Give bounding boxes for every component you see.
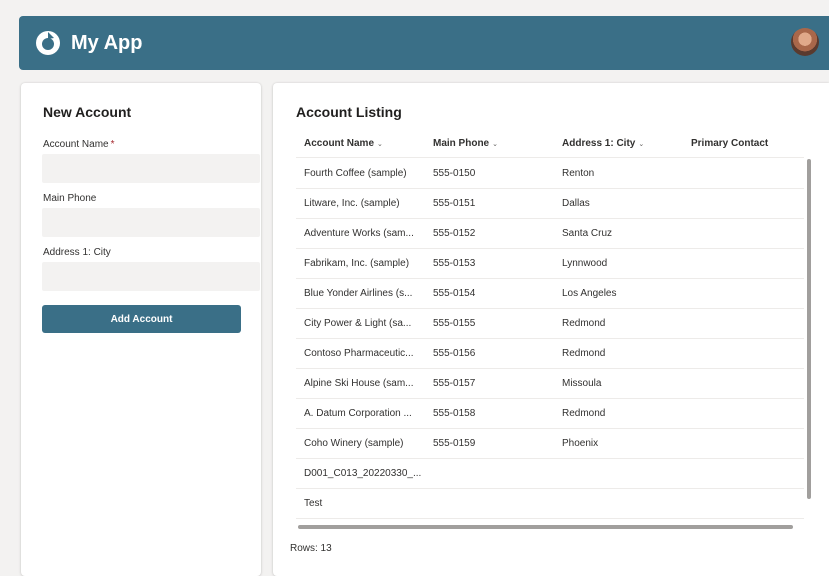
add-account-button[interactable]: Add Account (42, 305, 241, 333)
cell-account-name: Alpine Ski House (sam... (304, 378, 414, 389)
table-row[interactable]: A. Datum Corporation ... 555-0158 Redmond (296, 399, 804, 429)
chevron-down-icon: ⌄ (492, 140, 498, 148)
column-header-city[interactable]: Address 1: City ⌄ (554, 129, 683, 158)
account-grid: Account Name ⌄ Main Phone ⌄ Address 1: Cit… (296, 129, 804, 525)
column-header-main-phone[interactable]: Main Phone ⌄ (425, 129, 554, 158)
cell-main-phone: 555-0155 (433, 318, 476, 329)
city-label: Address 1: City (43, 247, 111, 258)
cell-main-phone: 555-0159 (433, 438, 476, 449)
cell-account-name: Litware, Inc. (sample) (304, 198, 400, 209)
cell-city: Phoenix (562, 438, 599, 449)
cell-city: Redmond (562, 318, 606, 329)
cell-city: Dallas (562, 198, 590, 209)
cell-main-phone: 555-0154 (433, 288, 476, 299)
vertical-scrollbar[interactable] (807, 159, 811, 499)
cell-main-phone: 555-0150 (433, 168, 476, 179)
table-row[interactable]: Litware, Inc. (sample) 555-0151 Dallas (296, 189, 804, 219)
cell-main-phone: 555-0157 (433, 378, 476, 389)
account-listing-panel: Account Listing Account Name ⌄ Main Phone… (273, 83, 829, 576)
new-account-panel: New Account Account Name * Main Phone Add… (21, 83, 261, 576)
grid-rows: Fourth Coffee (sample) 555-0150 Renton Lit… (296, 159, 804, 519)
cell-main-phone: 555-0151 (433, 198, 476, 209)
table-row[interactable]: Blue Yonder Airlines (s... 555-0154 Los An… (296, 279, 804, 309)
grid-header: Account Name ⌄ Main Phone ⌄ Address 1: Cit… (296, 129, 804, 158)
required-mark: * (110, 139, 115, 150)
cell-account-name: Coho Winery (sample) (304, 438, 404, 449)
cell-city: Los Angeles (562, 288, 617, 299)
rows-count: Rows: 13 (290, 543, 332, 554)
cell-city: Santa Cruz (562, 228, 613, 239)
app-logo-icon (35, 30, 61, 56)
cell-city: Redmond (562, 348, 606, 359)
horizontal-scrollbar[interactable] (298, 525, 793, 529)
cell-main-phone: 555-0158 (433, 408, 476, 419)
city-input[interactable] (42, 262, 260, 291)
account-name-label: Account Name * (43, 139, 115, 150)
cell-account-name: Blue Yonder Airlines (s... (304, 288, 413, 299)
new-account-title: New Account (43, 104, 132, 120)
column-header-primary-contact[interactable]: Primary Contact (683, 129, 804, 158)
cell-account-name: Test (304, 498, 323, 509)
table-row[interactable]: Adventure Works (sam... 555-0152 Santa Cru… (296, 219, 804, 249)
table-row[interactable]: Alpine Ski House (sam... 555-0157 Missoula (296, 369, 804, 399)
cell-main-phone: 555-0152 (433, 228, 476, 239)
cell-account-name: Adventure Works (sam... (304, 228, 414, 239)
cell-city: Lynnwood (562, 258, 608, 269)
main-phone-label: Main Phone (43, 193, 97, 204)
cell-account-name: Contoso Pharmaceutic... (304, 348, 414, 359)
cell-account-name: City Power & Light (sa... (304, 318, 412, 329)
main-phone-input[interactable] (42, 208, 260, 237)
cell-city: Missoula (562, 378, 602, 389)
user-avatar[interactable] (791, 28, 819, 56)
table-row[interactable]: City Power & Light (sa... 555-0155 Redmond (296, 309, 804, 339)
app-title: My App (71, 31, 143, 54)
cell-city: Redmond (562, 408, 606, 419)
column-header-account-name[interactable]: Account Name ⌄ (296, 129, 425, 158)
cell-account-name: Fabrikam, Inc. (sample) (304, 258, 410, 269)
chevron-down-icon: ⌄ (377, 140, 383, 148)
account-listing-title: Account Listing (296, 104, 402, 120)
table-row[interactable]: Test (296, 489, 804, 519)
cell-city: Renton (562, 168, 595, 179)
app-header: My App (19, 16, 829, 70)
table-row[interactable]: Contoso Pharmaceutic... 555-0156 Redmond (296, 339, 804, 369)
chevron-down-icon: ⌄ (638, 140, 645, 148)
table-row[interactable]: Fourth Coffee (sample) 555-0150 Renton (296, 159, 804, 189)
table-row[interactable]: Fabrikam, Inc. (sample) 555-0153 Lynnwood (296, 249, 804, 279)
cell-main-phone: 555-0156 (433, 348, 476, 359)
cell-account-name: D001_C013_20220330_... (304, 468, 422, 479)
account-name-input[interactable] (42, 154, 260, 183)
cell-account-name: Fourth Coffee (sample) (304, 168, 407, 179)
cell-main-phone: 555-0153 (433, 258, 476, 269)
cell-account-name: A. Datum Corporation ... (304, 408, 412, 419)
table-row[interactable]: D001_C013_20220330_... (296, 459, 804, 489)
table-row[interactable]: Coho Winery (sample) 555-0159 Phoenix (296, 429, 804, 459)
